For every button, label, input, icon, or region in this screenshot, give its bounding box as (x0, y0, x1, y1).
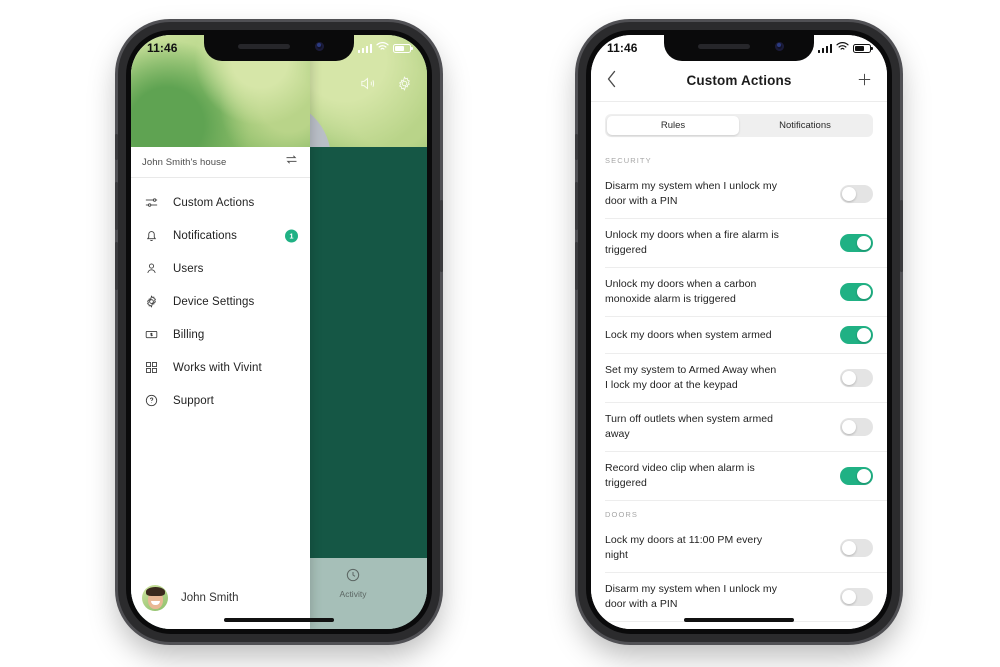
volume-up-button[interactable] (115, 182, 118, 230)
speaker-mute-icon[interactable] (359, 75, 376, 97)
gear-icon[interactable] (396, 75, 413, 97)
rule-label: Disarm my system when I unlock my door w… (605, 180, 778, 207)
tab-rules[interactable]: Rules (607, 116, 739, 135)
sidebar-item-support[interactable]: Support (131, 384, 310, 417)
grid-squares-icon (142, 358, 161, 377)
rule-label: Turn off outlets when system armed away (605, 413, 774, 440)
rule-toggle[interactable] (840, 418, 873, 436)
sidebar-item-works-with-vivint[interactable]: Works with Vivint (131, 351, 310, 384)
chevron-left-icon[interactable] (605, 69, 618, 93)
segmented-control-wrapper: Rules Notifications (591, 102, 887, 147)
gear-icon (142, 292, 161, 311)
plus-icon[interactable] (856, 71, 873, 92)
question-circle-icon (142, 391, 161, 410)
bell-icon (142, 226, 161, 245)
rule-toggle[interactable] (840, 185, 873, 203)
power-button[interactable] (440, 200, 443, 272)
clock-icon (345, 567, 361, 585)
hero-top-icons (359, 75, 413, 97)
device-notch (664, 35, 814, 61)
rule-toggle[interactable] (840, 588, 873, 606)
rule-row[interactable]: Disarm my system when I unlock my door w… (605, 573, 887, 622)
rule-row[interactable]: Unlock my doors when a fire alarm is tri… (605, 219, 887, 268)
sidebar-item-users[interactable]: Users (131, 252, 310, 285)
user-icon (142, 259, 161, 278)
phone-screen-left: ur home is the shield to e doors ed (131, 35, 427, 629)
sidebar-item-label: Device Settings (173, 295, 255, 308)
profile-name: John Smith (181, 592, 239, 604)
navigation-drawer: John Smith's house Custom Actions Notifi… (131, 35, 310, 629)
sidebar-item-label: Custom Actions (173, 196, 255, 209)
house-selector[interactable]: John Smith's house (131, 147, 310, 178)
rule-label: Unlock my doors when a carbon monoxide a… (605, 278, 757, 305)
rule-row[interactable]: Disarm my system when I unlock my door w… (605, 170, 887, 219)
sliders-icon (142, 193, 161, 212)
rule-label: Lock my doors when system armed (605, 328, 772, 341)
rules-list[interactable]: SECURITY Disarm my system when I unlock … (591, 147, 887, 629)
drawer-menu: Custom Actions Notifications 1 Users Dev… (131, 178, 310, 567)
mute-switch[interactable] (575, 134, 578, 160)
sidebar-item-label: Users (173, 262, 204, 275)
custom-actions-screen: Custom Actions Rules Notifications SECUR… (591, 35, 887, 629)
sidebar-item-notifications[interactable]: Notifications 1 (131, 219, 310, 252)
home-indicator (684, 618, 794, 622)
phone-right: Custom Actions Rules Notifications SECUR… (575, 22, 903, 642)
mute-switch[interactable] (115, 134, 118, 160)
rule-label: Disarm my system when I unlock my door w… (605, 583, 778, 610)
device-notch (204, 35, 354, 61)
phone-screen-right: Custom Actions Rules Notifications SECUR… (591, 35, 887, 629)
rule-row[interactable]: Unlock my doors when a carbon monoxide a… (605, 268, 887, 317)
tab-notifications[interactable]: Notifications (739, 116, 871, 135)
swap-arrows-icon[interactable] (284, 152, 299, 172)
rule-toggle[interactable] (840, 283, 873, 301)
rule-toggle[interactable] (840, 369, 873, 387)
sidebar-item-label: Works with Vivint (173, 361, 262, 374)
sidebar-item-billing[interactable]: Billing (131, 318, 310, 351)
rule-row[interactable]: Lock my doors at 11:00 PM every night (605, 524, 887, 573)
tab-activity-label: Activity (339, 589, 367, 599)
rule-toggle[interactable] (840, 467, 873, 485)
sidebar-item-label: Notifications (173, 229, 237, 242)
rule-label: Record video clip when alarm is triggere… (605, 462, 755, 489)
rule-row[interactable]: Set my system to Armed Away when I lock … (605, 354, 887, 403)
dollar-bill-icon (142, 325, 161, 344)
section-header-security: SECURITY (605, 156, 652, 165)
house-name-label: John Smith's house (142, 156, 227, 168)
volume-down-button[interactable] (115, 242, 118, 290)
rule-row[interactable]: Record video clip when alarm is triggere… (605, 452, 887, 501)
power-button[interactable] (900, 200, 903, 272)
rule-toggle[interactable] (840, 234, 873, 252)
home-indicator (224, 618, 334, 622)
rule-row[interactable]: Lock my doors when system armed (605, 317, 887, 354)
rule-label: Unlock my doors when a fire alarm is tri… (605, 229, 779, 256)
screenshot-canvas: ur home is the shield to e doors ed (0, 0, 1000, 667)
page-title: Custom Actions (686, 73, 792, 88)
rule-row[interactable]: Turn off outlets when system armed away (605, 403, 887, 452)
sidebar-item-label: Support (173, 394, 214, 407)
rule-toggle[interactable] (840, 326, 873, 344)
volume-down-button[interactable] (575, 242, 578, 290)
notifications-badge: 1 (285, 229, 298, 242)
rule-toggle[interactable] (840, 539, 873, 557)
sidebar-item-label: Billing (173, 328, 205, 341)
rule-label: Set my system to Armed Away when I lock … (605, 364, 777, 391)
sidebar-item-custom-actions[interactable]: Custom Actions (131, 186, 310, 219)
tab-activity[interactable]: Activity (323, 567, 383, 599)
section-header-doors: DOORS (605, 510, 639, 519)
phone-left: ur home is the shield to e doors ed (115, 22, 443, 642)
sidebar-item-device-settings[interactable]: Device Settings (131, 285, 310, 318)
rule-row[interactable]: Unlock my doors when a fire alarm is tri… (605, 622, 887, 629)
rule-label: Lock my doors at 11:00 PM every night (605, 534, 763, 561)
avatar (142, 585, 168, 611)
segmented-control: Rules Notifications (605, 114, 873, 137)
volume-up-button[interactable] (575, 182, 578, 230)
